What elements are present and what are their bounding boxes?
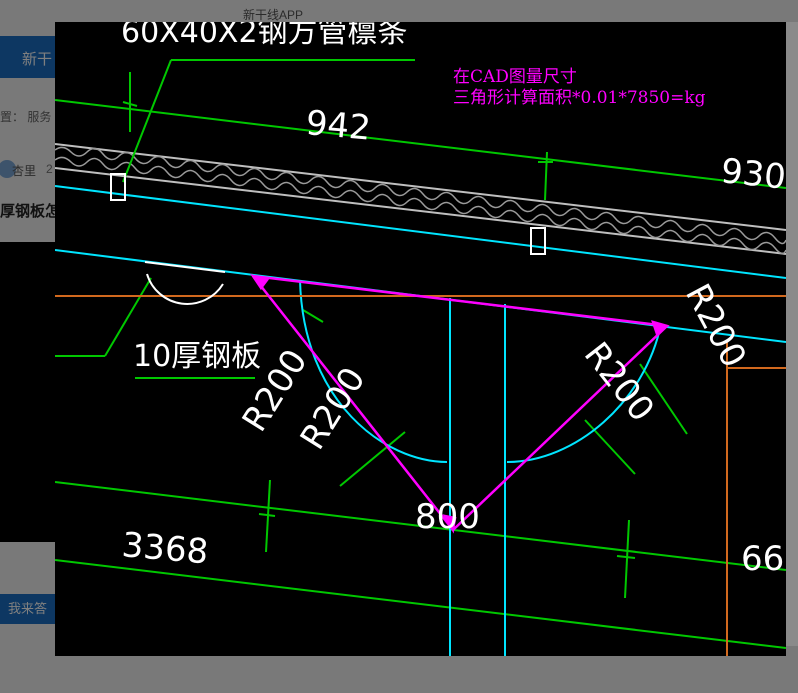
annotation-line2: 三角形计算面积*0.01*7850=kg: [453, 88, 706, 108]
plate-label: 10厚钢板: [133, 339, 261, 374]
annotation-line1: 在CAD图量尺寸: [453, 67, 577, 87]
image-viewer[interactable]: 60X40X2钢方管檩条 942 930 10厚钢板 R200 R200 R20…: [55, 22, 786, 656]
cyan-lines: [55, 185, 786, 656]
r200-right-inner: R200: [576, 335, 662, 429]
dim-930: 930: [719, 151, 786, 198]
dim-66: 66: [741, 539, 784, 579]
dim-800: 800: [415, 497, 480, 537]
cad-drawing: 60X40X2钢方管檩条 942 930 10厚钢板 R200 R200 R20…: [55, 22, 786, 656]
dim-942: 942: [304, 103, 372, 149]
dim-3368: 3368: [120, 525, 210, 572]
page-scrollbar[interactable]: [786, 22, 798, 646]
purlin-label: 60X40X2钢方管檩条: [121, 22, 408, 50]
r200-right-outer: R200: [677, 277, 754, 374]
